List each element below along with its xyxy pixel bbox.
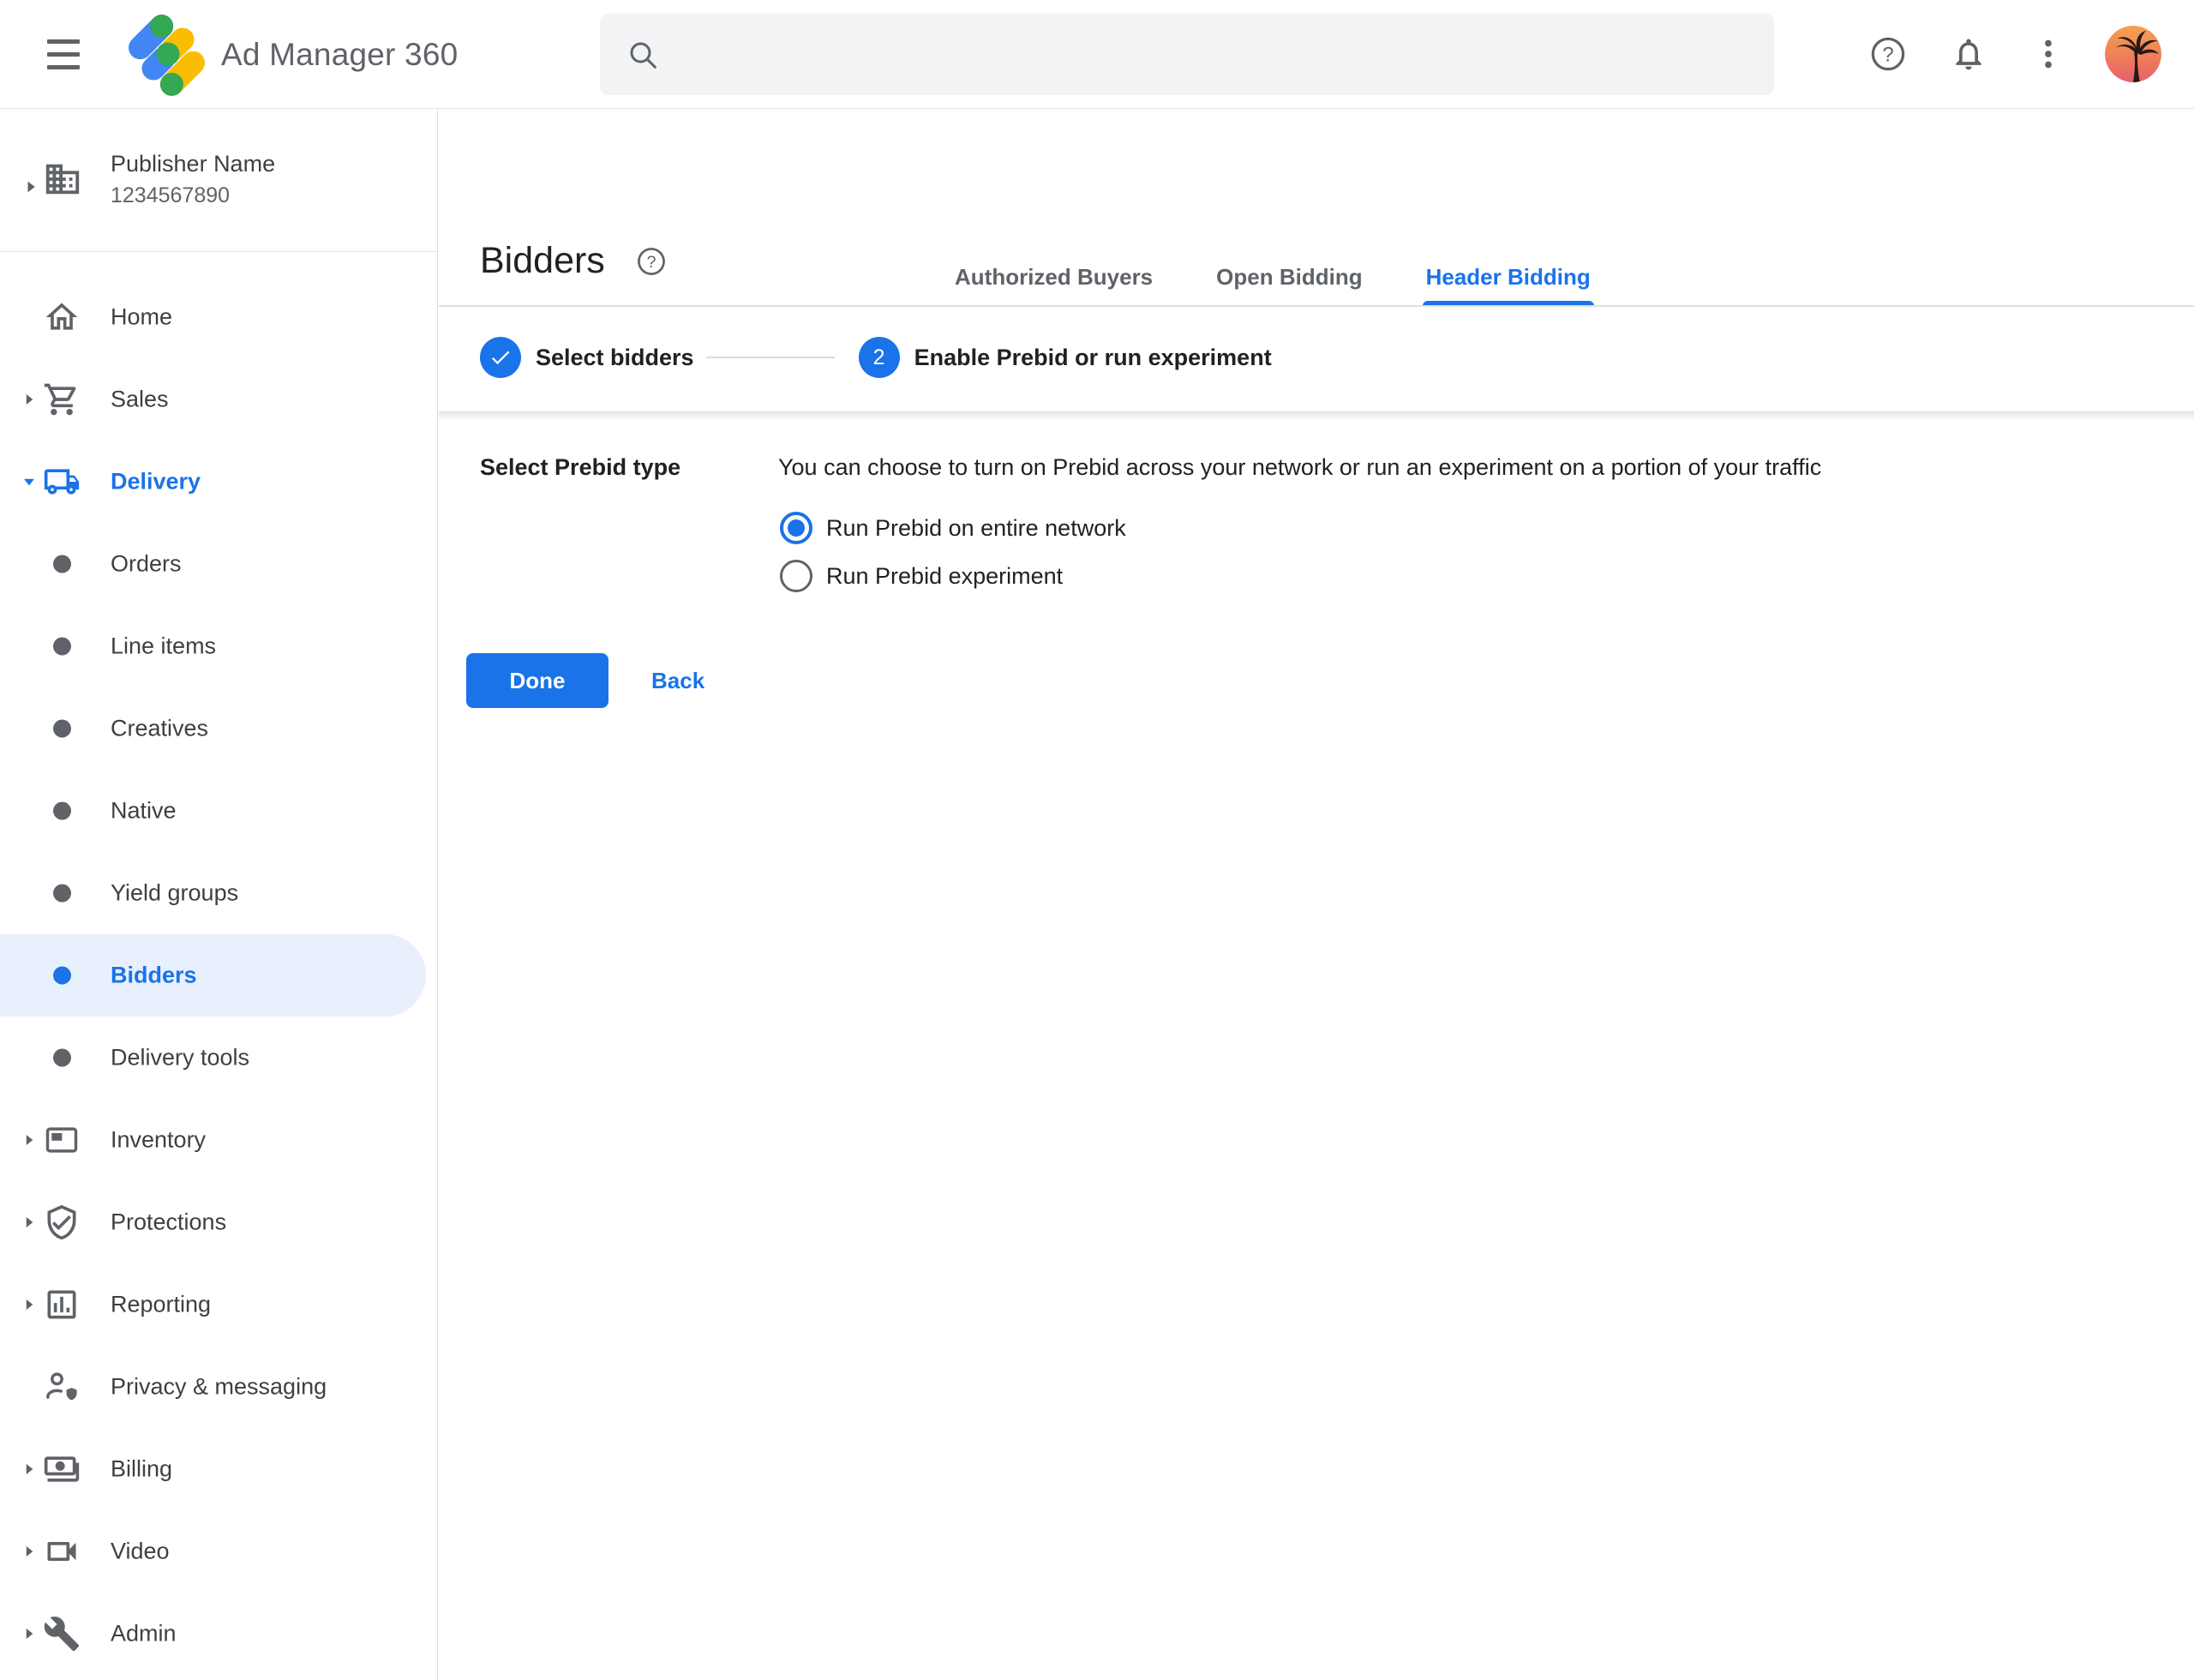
back-button[interactable]: Back [651, 668, 704, 694]
avatar[interactable] [2105, 26, 2161, 82]
help-icon: ? [1868, 34, 1908, 74]
tab-open-bidding[interactable]: Open Bidding [1213, 248, 1365, 306]
sidebar: Publisher Name 1234567890 Home Sales [0, 110, 438, 1680]
home-icon [43, 298, 81, 336]
bullet-icon [53, 555, 71, 573]
tab-bar-divider [439, 305, 2194, 307]
search-input[interactable] [680, 41, 1748, 69]
sidebar-item-protections[interactable]: Protections [0, 1181, 437, 1263]
svg-text:?: ? [646, 252, 656, 271]
publisher-name: Publisher Name [111, 151, 275, 177]
sidebar-item-home[interactable]: Home [0, 276, 437, 358]
wrench-icon [43, 1615, 81, 1653]
notifications-icon [1950, 35, 1987, 73]
shopping-cart-icon [43, 381, 81, 418]
page-help-button[interactable]: ? [635, 245, 668, 278]
help-button[interactable]: ? [1861, 27, 1915, 81]
sidebar-item-inventory[interactable]: Inventory [0, 1099, 437, 1181]
sidebar-item-reporting[interactable]: Reporting [0, 1263, 437, 1346]
chevron-right-icon [18, 1540, 40, 1563]
chevron-right-icon [18, 388, 40, 411]
sidebar-item-sales[interactable]: Sales [0, 358, 437, 441]
step-enable-prebid[interactable]: 2 Enable Prebid or run experiment [859, 337, 1272, 378]
form-actions: Done Back [466, 653, 704, 708]
step-connector [706, 357, 835, 358]
chevron-right-icon [18, 1293, 40, 1316]
sidebar-item-privacy-messaging[interactable]: Privacy & messaging [0, 1346, 437, 1428]
bullet-icon [53, 885, 71, 903]
main-content: Bidders ? Authorized Buyers Open Bidding… [439, 110, 2194, 1680]
publisher-code: 1234567890 [111, 183, 230, 208]
bullet-icon [53, 720, 71, 738]
sidebar-item-line-items[interactable]: Line items [0, 605, 437, 687]
sidebar-item-bidders[interactable]: Bidders [0, 934, 426, 1017]
section-label: Select Prebid type [480, 453, 680, 482]
step-completed-check-icon [480, 337, 521, 378]
shield-check-icon [43, 1203, 81, 1241]
sidebar-item-video[interactable]: Video [0, 1510, 437, 1593]
section-description: You can choose to turn on Prebid across … [778, 453, 1821, 482]
video-camera-icon [43, 1533, 81, 1570]
sidebar-item-admin[interactable]: Admin [0, 1593, 437, 1675]
app-bar: Ad Manager 360 ? [0, 0, 2194, 109]
menu-icon[interactable] [36, 27, 91, 81]
person-shield-icon [43, 1368, 81, 1406]
step-number-badge: 2 [859, 337, 900, 378]
sidebar-item-delivery-tools[interactable]: Delivery tools [0, 1017, 437, 1099]
search-bar [600, 14, 1774, 95]
bullet-icon [53, 638, 71, 656]
more-vert-button[interactable] [2021, 27, 2076, 81]
building-icon [43, 159, 82, 203]
chevron-right-icon [18, 1129, 40, 1151]
chevron-right-icon [19, 175, 43, 203]
help-icon: ? [635, 245, 668, 278]
notifications-button[interactable] [1941, 27, 1996, 81]
sidebar-item-billing[interactable]: Billing [0, 1428, 437, 1510]
sidebar-item-orders[interactable]: Orders [0, 523, 437, 605]
product-name: Ad Manager 360 [221, 0, 458, 109]
web-page-icon [43, 1121, 81, 1159]
publisher-selector[interactable]: Publisher Name 1234567890 [0, 110, 437, 252]
page-title: Bidders [480, 240, 605, 282]
bullet-icon [53, 802, 71, 820]
prebid-type-radio-group: Run Prebid on entire network Run Prebid … [780, 504, 1126, 600]
radio-unselected-icon [780, 560, 812, 592]
chevron-down-icon [18, 471, 40, 493]
sidebar-item-delivery[interactable]: Delivery [0, 441, 437, 523]
search-icon [626, 38, 660, 72]
bullet-icon [53, 1049, 71, 1067]
more-vert-icon [2029, 35, 2067, 73]
radio-run-prebid-entire-network[interactable]: Run Prebid on entire network [780, 504, 1126, 552]
done-button[interactable]: Done [466, 653, 608, 708]
sidebar-item-creatives[interactable]: Creatives [0, 687, 437, 770]
sidebar-item-native[interactable]: Native [0, 770, 437, 852]
sidebar-item-yield-groups[interactable]: Yield groups [0, 852, 437, 934]
chevron-right-icon [18, 1623, 40, 1645]
chevron-right-icon [18, 1458, 40, 1480]
stepper: Select bidders 2 Enable Prebid or run ex… [480, 333, 1272, 381]
ad-manager-logo [125, 11, 211, 97]
bar-chart-icon [43, 1286, 81, 1323]
bullet-icon [53, 967, 71, 985]
svg-text:?: ? [1882, 43, 1893, 66]
section-divider-shadow [439, 412, 2194, 421]
chevron-right-icon [18, 1211, 40, 1233]
tab-header-bidding[interactable]: Header Bidding [1423, 248, 1594, 306]
delivery-truck-icon [43, 463, 81, 501]
payments-icon [43, 1450, 81, 1488]
tab-authorized-buyers[interactable]: Authorized Buyers [951, 248, 1156, 306]
tab-bar: Authorized Buyers Open Bidding Header Bi… [951, 248, 1651, 306]
radio-selected-icon [780, 512, 812, 544]
radio-run-prebid-experiment[interactable]: Run Prebid experiment [780, 552, 1126, 600]
step-select-bidders[interactable]: Select bidders [480, 337, 694, 378]
